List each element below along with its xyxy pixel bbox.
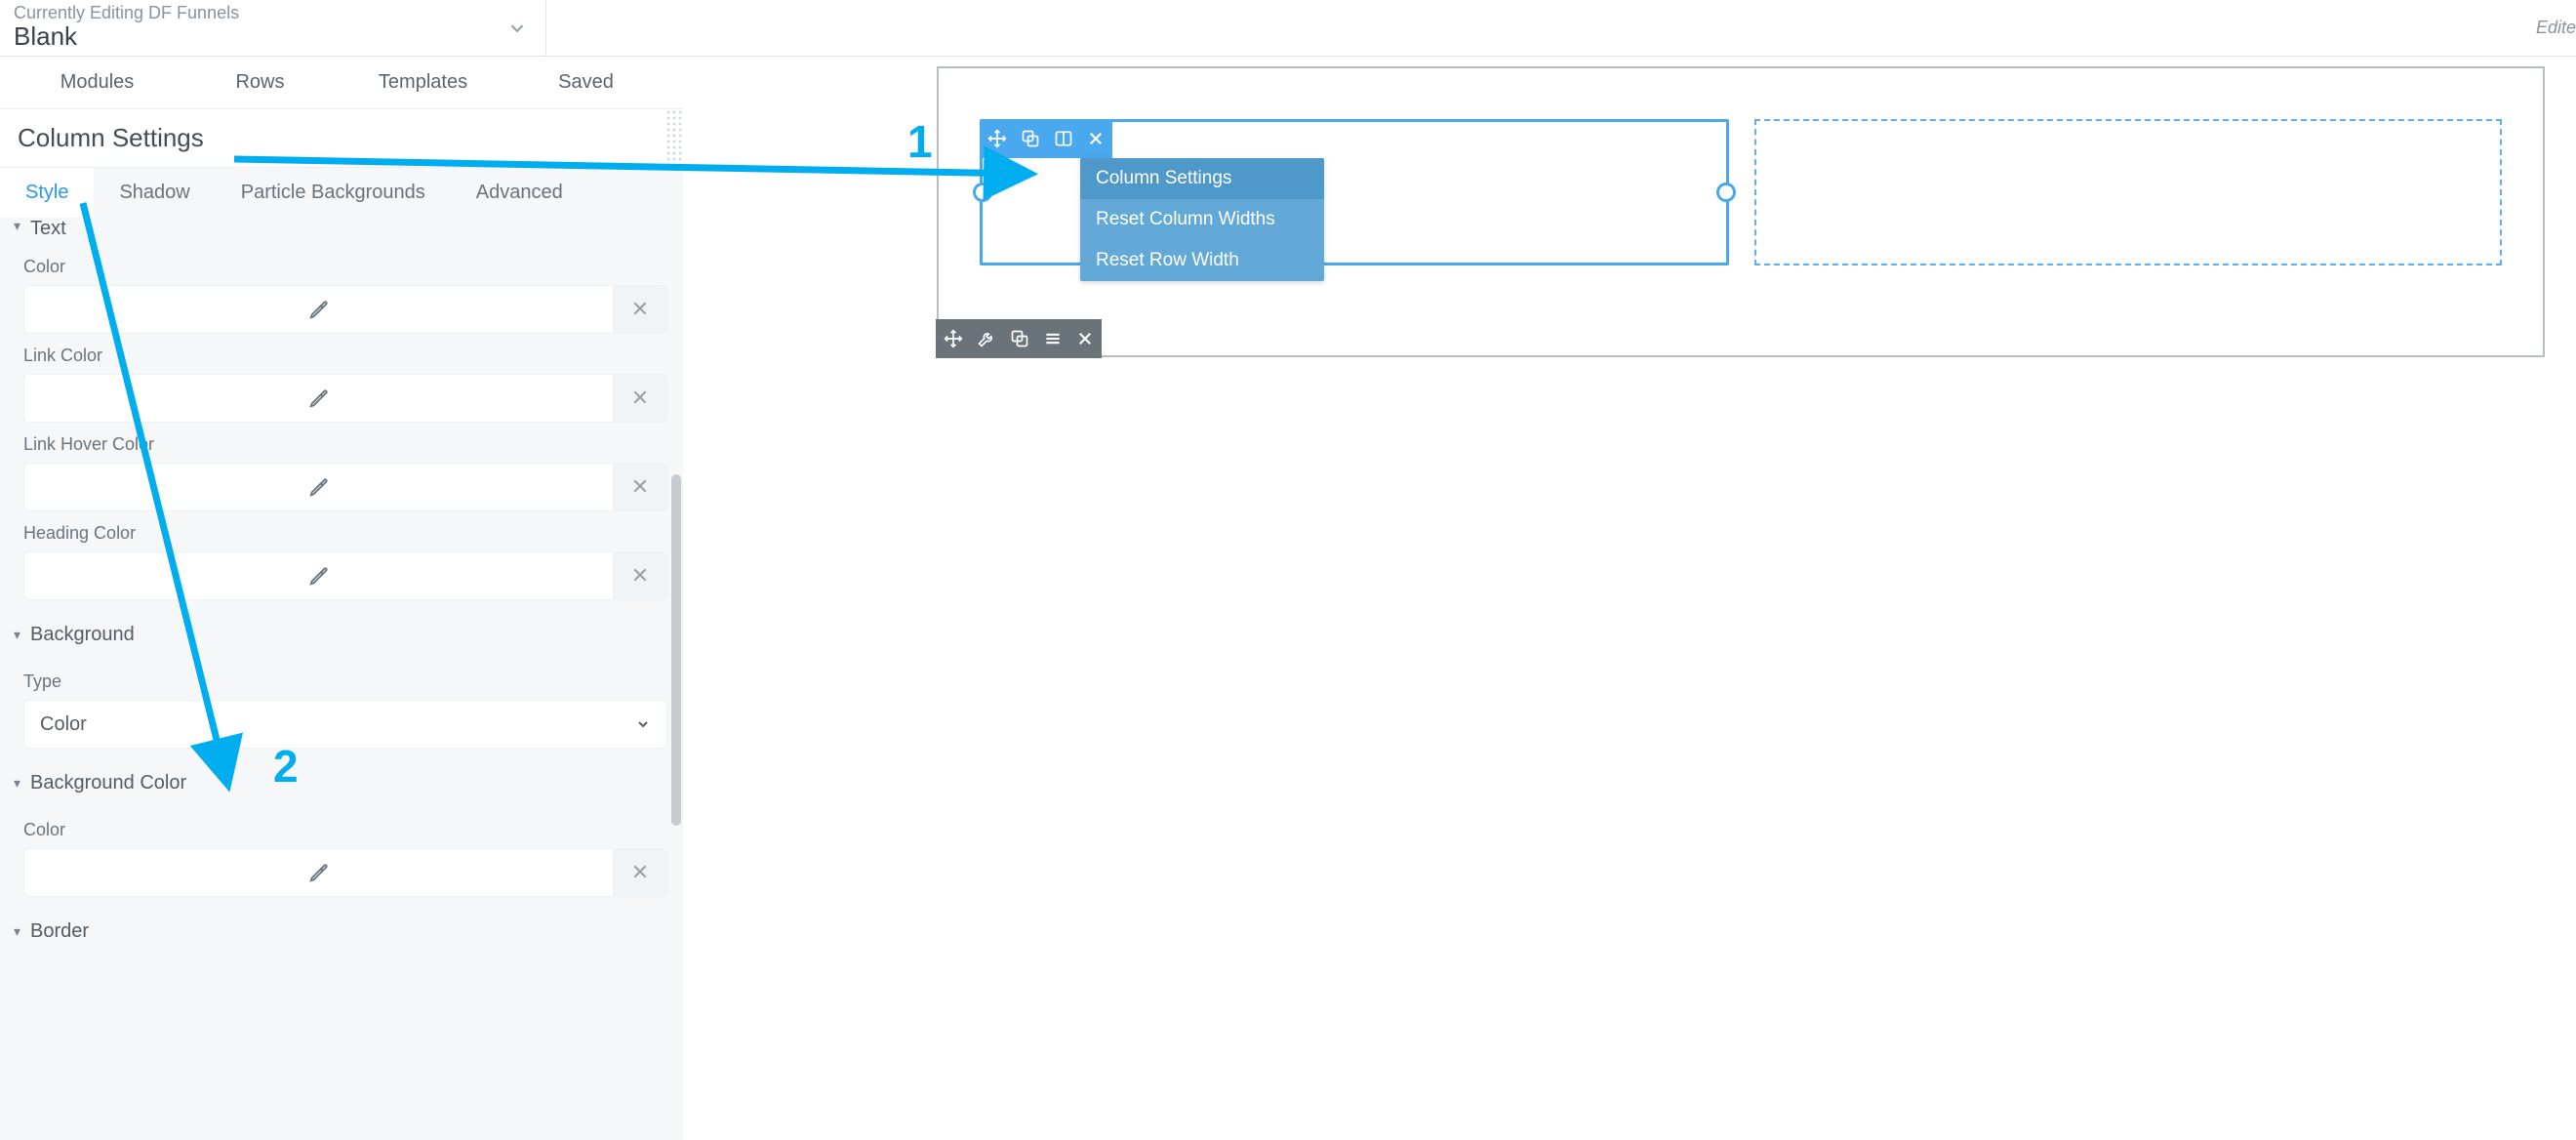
eyedropper-icon: [308, 862, 330, 883]
clear-color-button[interactable]: ✕: [613, 285, 667, 334]
caret-down-icon: ▾: [14, 627, 20, 643]
canvas-column-selected[interactable]: Column Settings Reset Column Widths Rese…: [980, 119, 1729, 265]
column-dropdown-item-reset-row[interactable]: Reset Row Width: [1080, 240, 1324, 281]
section-header-text[interactable]: ▾ Text: [0, 218, 683, 241]
copy-icon[interactable]: [1021, 129, 1040, 148]
sub-tabs: Style Shadow Particle Backgrounds Advanc…: [0, 168, 683, 218]
topbar-pretitle: Currently Editing DF Funnels: [14, 4, 239, 23]
menu-icon[interactable]: [1043, 329, 1063, 348]
scrollbar-thumb[interactable]: [671, 474, 681, 826]
chevron-down-icon[interactable]: [506, 18, 528, 39]
columns-icon[interactable]: [1054, 129, 1073, 148]
canvas-column-placeholder[interactable]: [1754, 119, 2502, 265]
main-tabs: Modules Rows Templates Saved: [0, 57, 683, 109]
section-header-border[interactable]: ▾ Border: [0, 911, 683, 953]
field-label-type: Type: [23, 672, 667, 692]
topbar-project-switcher[interactable]: Currently Editing DF Funnels Blank: [0, 0, 546, 56]
canvas-section[interactable]: Column Settings Reset Column Widths Rese…: [937, 66, 2545, 357]
eyedropper-icon: [308, 476, 330, 498]
section-background-fields: Type Color: [0, 656, 683, 762]
section-text-fields: Color ✕ Link Color ✕ Link Hover Colo: [0, 241, 683, 614]
clear-color-button[interactable]: ✕: [613, 848, 667, 897]
tab-templates[interactable]: Templates: [342, 71, 504, 94]
subtab-style[interactable]: Style: [0, 168, 94, 218]
close-icon[interactable]: [1087, 130, 1105, 147]
field-label-color: Color: [23, 257, 667, 277]
color-input[interactable]: [23, 551, 613, 600]
column-dropdown-item-settings[interactable]: Column Settings: [1080, 158, 1324, 199]
field-label-link-hover-color: Link Hover Color: [23, 434, 667, 455]
tab-saved[interactable]: Saved: [504, 71, 667, 94]
background-type-select[interactable]: Color: [23, 700, 667, 749]
section-header-background-color[interactable]: ▾ Background Color: [0, 762, 683, 804]
subtab-advanced[interactable]: Advanced: [451, 168, 588, 218]
field-label-bgcolor: Color: [23, 820, 667, 840]
eyedropper-icon: [308, 299, 330, 320]
tab-rows[interactable]: Rows: [179, 71, 342, 94]
subtab-shadow[interactable]: Shadow: [94, 168, 215, 218]
eyedropper-icon: [308, 565, 330, 587]
column-dropdown-item-reset-widths[interactable]: Reset Column Widths: [1080, 199, 1324, 240]
chevron-down-icon: [635, 716, 651, 732]
tab-modules[interactable]: Modules: [16, 71, 179, 94]
select-value: Color: [40, 713, 87, 736]
section-title: Text: [30, 218, 66, 240]
field-label-link-color: Link Color: [23, 346, 667, 366]
eyedropper-icon: [308, 387, 330, 409]
column-dropdown: Column Settings Reset Column Widths Rese…: [1080, 158, 1324, 281]
column-toolbar: [980, 119, 1112, 158]
section-title: Background: [30, 624, 135, 646]
section-title: Background Color: [30, 772, 186, 794]
section-title: Border: [30, 920, 89, 943]
topbar-title: Blank: [14, 22, 239, 52]
panel-title: Column Settings: [0, 109, 683, 168]
subtab-particle[interactable]: Particle Backgrounds: [216, 168, 451, 218]
caret-down-icon: ▾: [14, 923, 20, 940]
clear-color-button[interactable]: ✕: [613, 463, 667, 511]
color-input[interactable]: [23, 285, 613, 334]
topbar-status: Edite: [2536, 0, 2576, 56]
color-input[interactable]: [23, 463, 613, 511]
canvas-row[interactable]: Column Settings Reset Column Widths Rese…: [980, 119, 2502, 265]
caret-down-icon: ▾: [14, 775, 20, 792]
move-icon[interactable]: [987, 129, 1007, 148]
topbar-spacer: [546, 0, 2536, 56]
wrench-icon[interactable]: [977, 329, 996, 348]
caret-down-icon: ▾: [14, 218, 20, 234]
color-input[interactable]: [23, 848, 613, 897]
drag-handle-dots-icon[interactable]: [665, 109, 683, 164]
row-toolbar: [936, 319, 1102, 358]
move-icon[interactable]: [944, 329, 963, 348]
settings-sidebar: Modules Rows Templates Saved Column Sett…: [0, 57, 683, 1140]
topbar: Currently Editing DF Funnels Blank Edite: [0, 0, 2576, 57]
section-background-color-fields: Color ✕: [0, 804, 683, 911]
close-icon[interactable]: [1076, 330, 1094, 347]
copy-icon[interactable]: [1010, 329, 1029, 348]
clear-color-button[interactable]: ✕: [613, 551, 667, 600]
color-input[interactable]: [23, 374, 613, 423]
canvas-wrap: Column Settings Reset Column Widths Rese…: [683, 57, 2576, 1140]
section-header-background[interactable]: ▾ Background: [0, 614, 683, 656]
field-label-heading-color: Heading Color: [23, 523, 667, 544]
clear-color-button[interactable]: ✕: [613, 374, 667, 423]
